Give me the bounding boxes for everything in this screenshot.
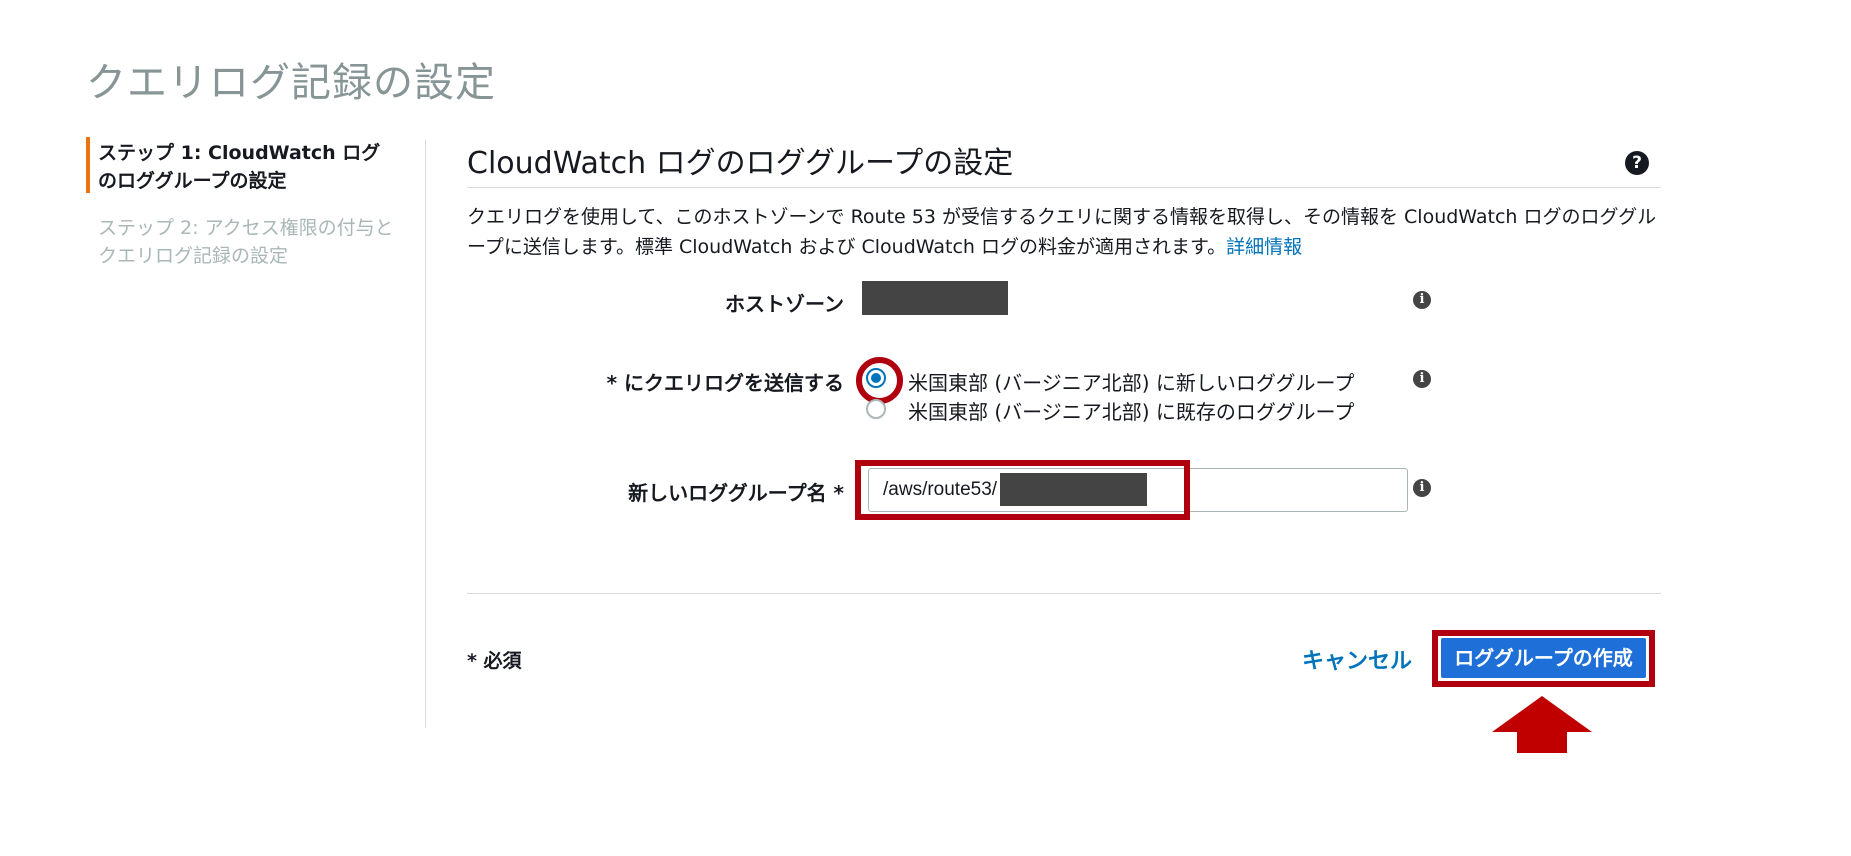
learn-more-link[interactable]: 詳細情報 — [1226, 236, 1302, 258]
hosted-zone-value-redacted — [862, 281, 1008, 315]
section-title: CloudWatch ログのロググループの設定 — [467, 146, 1014, 181]
radio-existing-log-group-label[interactable]: 米国東部 (バージニア北部) に既存のロググループ — [908, 396, 1354, 425]
hosted-zone-label: ホストゾーン — [725, 292, 844, 316]
info-icon[interactable]: i — [1413, 479, 1431, 497]
cancel-button[interactable]: キャンセル — [1302, 643, 1412, 675]
step-2: ステップ 2: アクセス権限の付与とクエリログ記録の設定 — [98, 217, 394, 267]
info-icon[interactable]: i — [1413, 370, 1431, 388]
input-highlight-annotation — [855, 460, 1190, 520]
required-note: * 必須 — [467, 650, 522, 672]
log-group-name-label: 新しいロググループ名 * — [628, 481, 844, 505]
radio-new-log-group-label[interactable]: 米国東部 (バージニア北部) に新しいロググループ — [908, 367, 1354, 396]
active-step-indicator — [86, 137, 90, 193]
radio-existing-log-group[interactable] — [866, 399, 886, 419]
up-arrow-annotation-stem — [1517, 731, 1567, 753]
info-icon[interactable]: i — [1413, 291, 1431, 309]
send-logs-label: * にクエリログを送信する — [606, 371, 844, 395]
page-title: クエリログ記録の設定 — [86, 60, 496, 106]
description-text: クエリログを使用して、このホストゾーンで Route 53 が受信するクエリに関… — [467, 206, 1657, 258]
up-arrow-annotation-icon — [1492, 696, 1592, 732]
create-log-group-button[interactable]: ロググループの作成 — [1441, 638, 1646, 678]
footer-divider — [467, 593, 1661, 594]
help-icon[interactable]: ? — [1625, 151, 1649, 175]
vertical-divider — [425, 140, 426, 728]
step-1[interactable]: ステップ 1: CloudWatch ログのロググループの設定 — [98, 139, 388, 195]
section-description: クエリログを使用して、このホストゾーンで Route 53 が受信するクエリに関… — [467, 202, 1661, 262]
radio-new-log-group[interactable] — [866, 368, 886, 388]
section-divider — [467, 187, 1661, 188]
